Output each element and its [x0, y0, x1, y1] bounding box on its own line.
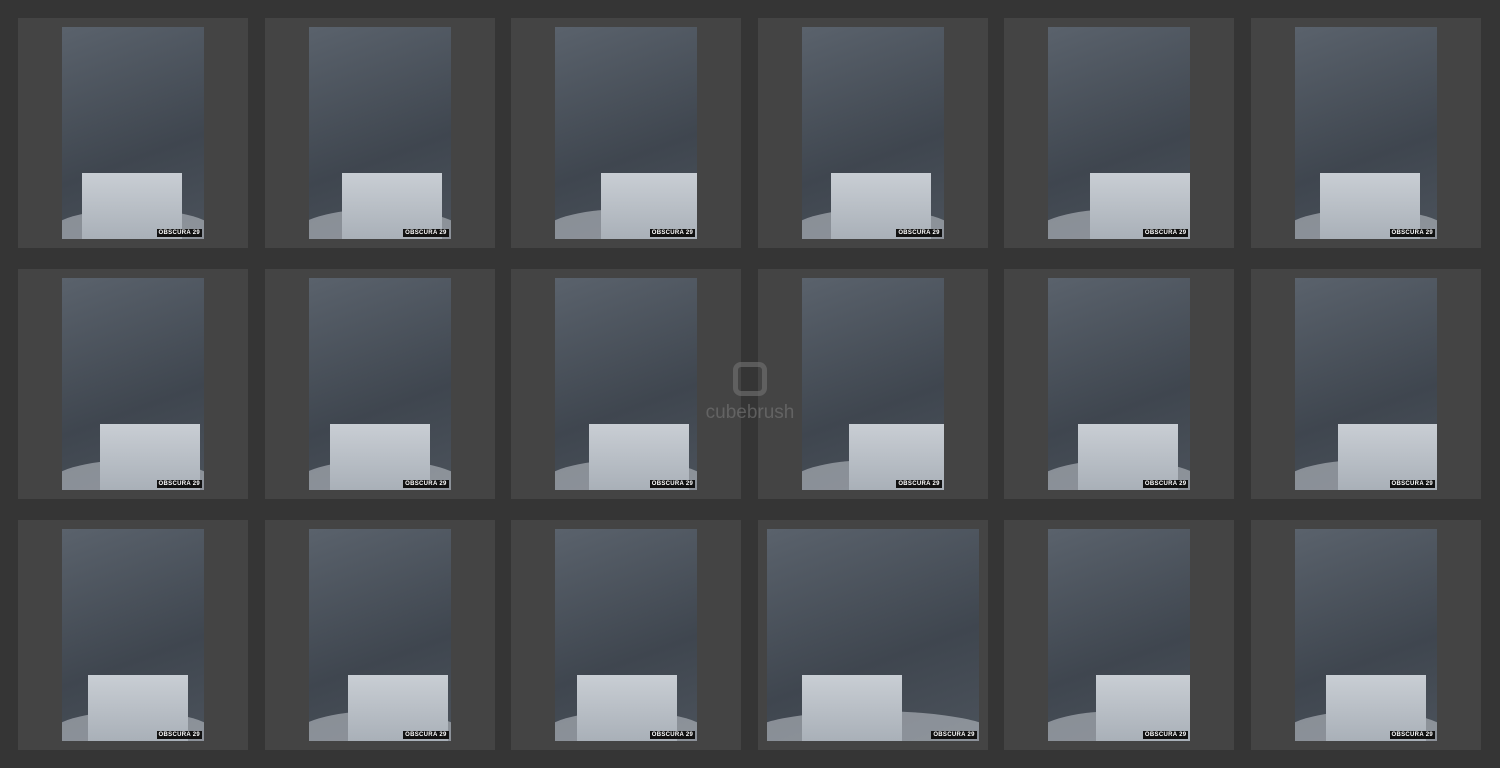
thumbnail-cell[interactable]: OBSCURA 29 — [264, 520, 495, 750]
photo-label: OBSCURA 29 — [1142, 480, 1189, 488]
photo-label: OBSCURA 29 — [156, 480, 202, 488]
posing-box — [801, 675, 902, 741]
photo-label: OBSCURA 29 — [403, 480, 449, 488]
photo-label: OBSCURA 29 — [156, 731, 202, 739]
photo-label: OBSCURA 29 — [1389, 229, 1435, 237]
photo-label: OBSCURA 29 — [1142, 731, 1189, 739]
reference-photo: OBSCURA 29 — [62, 278, 204, 490]
reference-photo: OBSCURA 29 — [1294, 27, 1437, 239]
thumbnail-cell[interactable]: OBSCURA 29 — [757, 269, 988, 499]
photo-label: OBSCURA 29 — [1389, 731, 1435, 739]
thumbnail-cell[interactable]: OBSCURA 29 — [1004, 520, 1235, 750]
thumbnail-cell[interactable]: OBSCURA 29 — [18, 18, 248, 248]
reference-photo: OBSCURA 29 — [1048, 278, 1191, 490]
photo-label: OBSCURA 29 — [649, 229, 696, 237]
reference-photo: OBSCURA 29 — [555, 529, 698, 741]
reference-photo: OBSCURA 29 — [1048, 27, 1191, 239]
photo-label: OBSCURA 29 — [649, 731, 696, 739]
thumbnail-cell[interactable]: OBSCURA 29 — [511, 520, 742, 750]
reference-photo: OBSCURA 29 — [1294, 278, 1437, 490]
reference-photo: OBSCURA 29 — [555, 278, 698, 490]
reference-photo: OBSCURA 29 — [801, 27, 944, 239]
thumbnail-cell[interactable]: OBSCURA 29 — [1250, 269, 1481, 499]
reference-photo: OBSCURA 29 — [308, 529, 451, 741]
reference-photo: OBSCURA 29 — [308, 278, 451, 490]
thumbnail-cell[interactable]: OBSCURA 29 — [511, 18, 742, 248]
thumbnail-cell[interactable]: OBSCURA 29 — [757, 18, 988, 248]
reference-photo: OBSCURA 29 — [801, 278, 944, 490]
reference-photo: OBSCURA 29 — [308, 27, 451, 239]
thumbnail-cell[interactable]: OBSCURA 29 — [1250, 18, 1481, 248]
photo-label: OBSCURA 29 — [1142, 229, 1189, 237]
reference-photo: OBSCURA 29 — [1048, 529, 1191, 741]
photo-label: OBSCURA 29 — [931, 731, 977, 739]
photo-label: OBSCURA 29 — [156, 229, 202, 237]
thumbnail-cell[interactable]: OBSCURA 29 — [511, 269, 742, 499]
thumbnail-cell[interactable]: OBSCURA 29 — [1250, 520, 1481, 750]
thumbnail-cell[interactable]: OBSCURA 29 — [18, 269, 248, 499]
photo-label: OBSCURA 29 — [403, 731, 449, 739]
thumbnail-cell[interactable]: OBSCURA 29 — [264, 18, 495, 248]
thumbnail-cell[interactable]: OBSCURA 29 — [18, 520, 248, 750]
thumbnail-cell[interactable]: OBSCURA 29 — [1004, 269, 1235, 499]
photo-label: OBSCURA 29 — [896, 229, 942, 237]
photo-label: OBSCURA 29 — [403, 229, 449, 237]
photo-label: OBSCURA 29 — [649, 480, 696, 488]
reference-photo: OBSCURA 29 — [62, 27, 204, 239]
thumbnail-grid: OBSCURA 29 OBSCURA 29 OBSCURA 29 OBSCURA 29… — [18, 18, 1481, 750]
thumbnail-cell[interactable]: OBSCURA 29 — [1004, 18, 1235, 248]
reference-photo: OBSCURA 29 — [555, 27, 698, 239]
reference-photo: OBSCURA 29 — [1294, 529, 1437, 741]
reference-photo: OBSCURA 29 — [62, 529, 204, 741]
photo-label: OBSCURA 29 — [1389, 480, 1435, 488]
thumbnail-cell[interactable]: OBSCURA 29 — [264, 269, 495, 499]
thumbnail-cell[interactable]: OBSCURA 29 — [757, 520, 988, 750]
photo-label: OBSCURA 29 — [896, 480, 942, 488]
reference-photo: OBSCURA 29 — [766, 529, 979, 741]
